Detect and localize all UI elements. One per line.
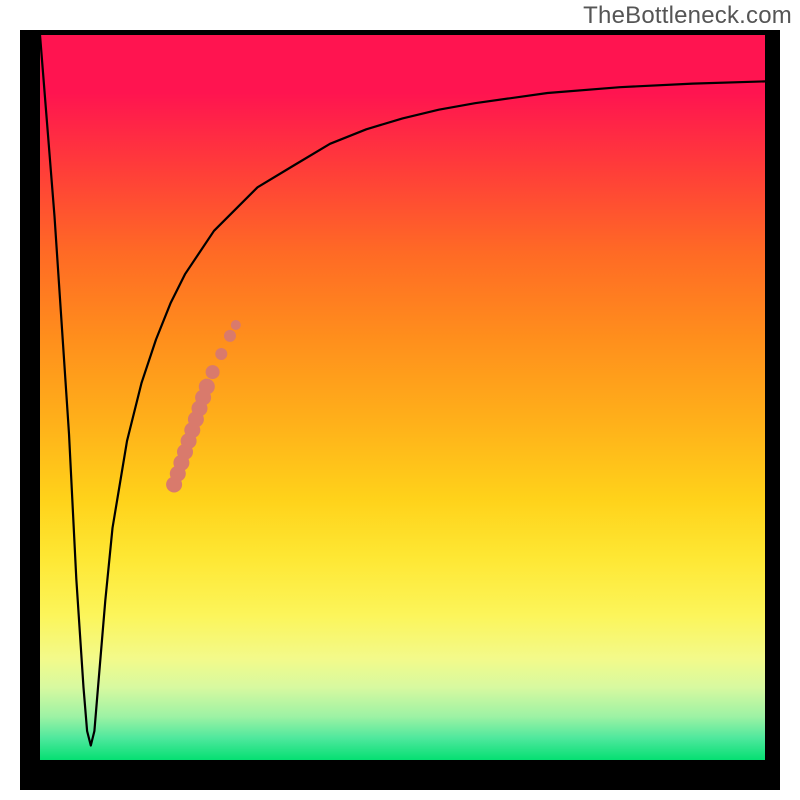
- chart-svg: [40, 35, 765, 760]
- plot-outer-border: [20, 30, 780, 790]
- highlight-dot: [206, 365, 220, 379]
- watermark-text: TheBottleneck.com: [583, 2, 792, 30]
- chart-frame: TheBottleneck.com: [0, 0, 800, 800]
- bottleneck-curve: [40, 35, 765, 746]
- highlight-dot-group: [166, 320, 241, 493]
- plot-area: [40, 35, 765, 760]
- highlight-dot: [231, 320, 241, 330]
- highlight-dot: [215, 348, 227, 360]
- highlight-dot: [199, 379, 215, 395]
- highlight-dot: [224, 330, 236, 342]
